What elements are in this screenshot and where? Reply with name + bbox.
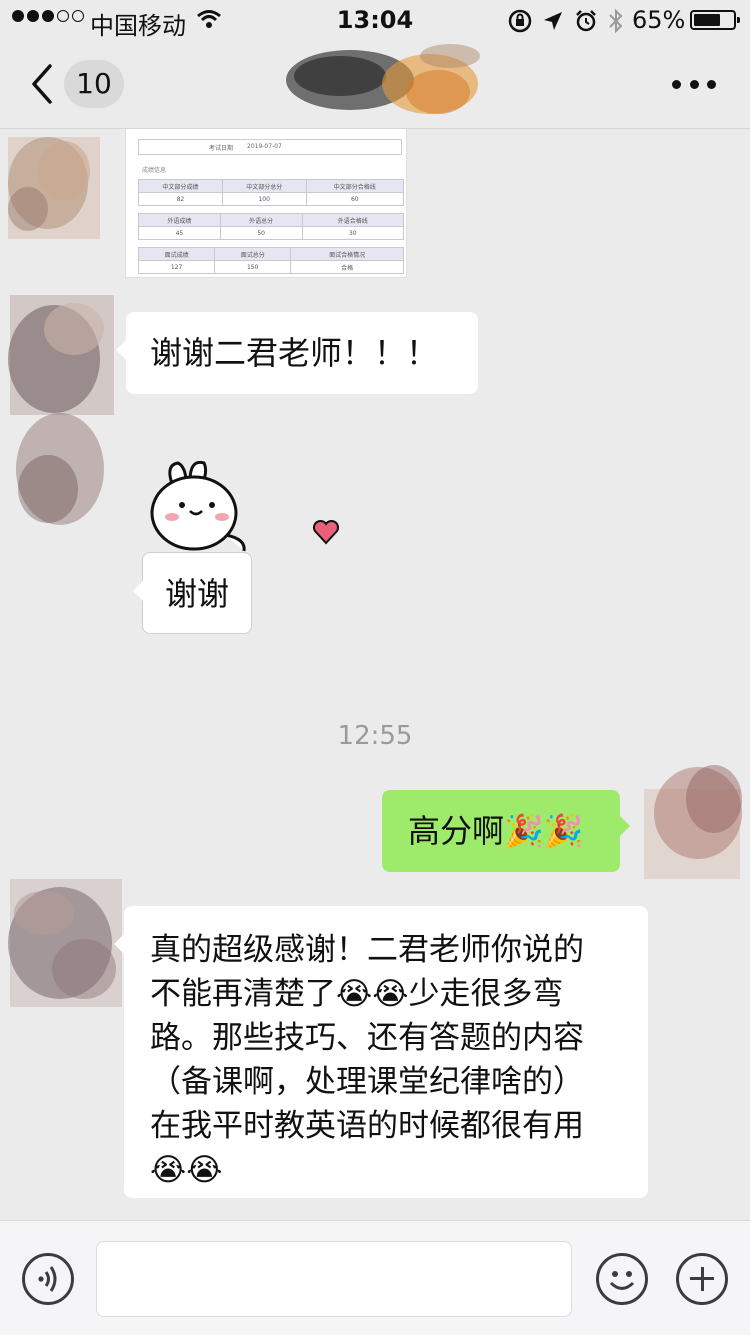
avatar[interactable] [4, 133, 104, 243]
message-text: 谢谢二君老师！！！ [150, 334, 439, 372]
message-input[interactable] [96, 1241, 572, 1317]
voice-icon[interactable] [22, 1253, 74, 1305]
orientation-lock-icon [508, 9, 532, 33]
message-list[interactable]: 考试日期 2019-07-07 成绩信息 中文部分成绩 中文部分总分 中文部分合格线… [0, 129, 750, 1220]
back-chevron-icon[interactable] [28, 62, 58, 106]
chat-header: 10 [0, 40, 750, 129]
message-line: （备课啊，处理课堂纪律啥的） [150, 1064, 584, 1100]
input-bar [0, 1220, 750, 1335]
message-line: 😭😭 [150, 1152, 223, 1188]
score-table: 面试成绩 面试总分 面试合格情况 127 150 合格 [137, 247, 404, 274]
message-text: 谢谢 [165, 575, 230, 613]
message-bubble[interactable]: 真的超级感谢！二君老师你说的 不能再清楚了😭😭少走很多弯 路。那些技巧、还有答题… [114, 906, 648, 1198]
message-bubble[interactable]: 谢谢二君老师！！！ [116, 312, 478, 394]
redacted-title [286, 44, 480, 114]
avatar[interactable] [4, 873, 128, 1013]
location-arrow-icon [544, 12, 562, 30]
avatar[interactable] [4, 289, 120, 539]
heart-icon [312, 519, 340, 545]
message-line: 真的超级感谢！二君老师你说的 [150, 932, 584, 968]
message-line: 路。那些技巧、还有答题的内容 [150, 1020, 584, 1056]
message-text: 高分啊🎉🎉 [408, 812, 584, 850]
sticker-caption-bubble[interactable]: 谢谢 [133, 552, 252, 634]
score-table: 中文部分成绩 中文部分总分 中文部分合格线 82 100 60 [138, 179, 405, 206]
doc-header: 考试日期 2019-07-07 [138, 139, 402, 155]
sent-message-bubble[interactable]: 高分啊🎉🎉 [382, 790, 630, 872]
score-table: 外语成绩 外语总分 外语合格线 45 50 30 [138, 213, 405, 240]
battery-percent: 65% [632, 6, 686, 34]
my-avatar[interactable] [642, 739, 746, 879]
plus-icon[interactable] [676, 1253, 728, 1305]
emoji-icon[interactable] [596, 1253, 648, 1305]
bluetooth-icon [609, 8, 623, 34]
status-icons [508, 8, 624, 34]
more-dots-icon[interactable] [672, 76, 716, 92]
exam-result-image[interactable]: 考试日期 2019-07-07 成绩信息 中文部分成绩 中文部分总分 中文部分合格线… [126, 129, 406, 277]
status-bar: 中国移动 13:04 65% [0, 0, 750, 40]
timestamp: 12:55 [337, 721, 413, 751]
message-line: 在我平时教英语的时候都很有用 [150, 1108, 584, 1144]
unread-count-badge[interactable]: 10 [64, 60, 124, 108]
alarm-icon [576, 10, 596, 32]
message-line: 不能再清楚了😭😭少走很多弯 [150, 976, 564, 1012]
bunny-sticker[interactable] [146, 459, 250, 555]
battery-icon [690, 10, 740, 30]
doc-caption: 成绩信息 [142, 167, 167, 174]
